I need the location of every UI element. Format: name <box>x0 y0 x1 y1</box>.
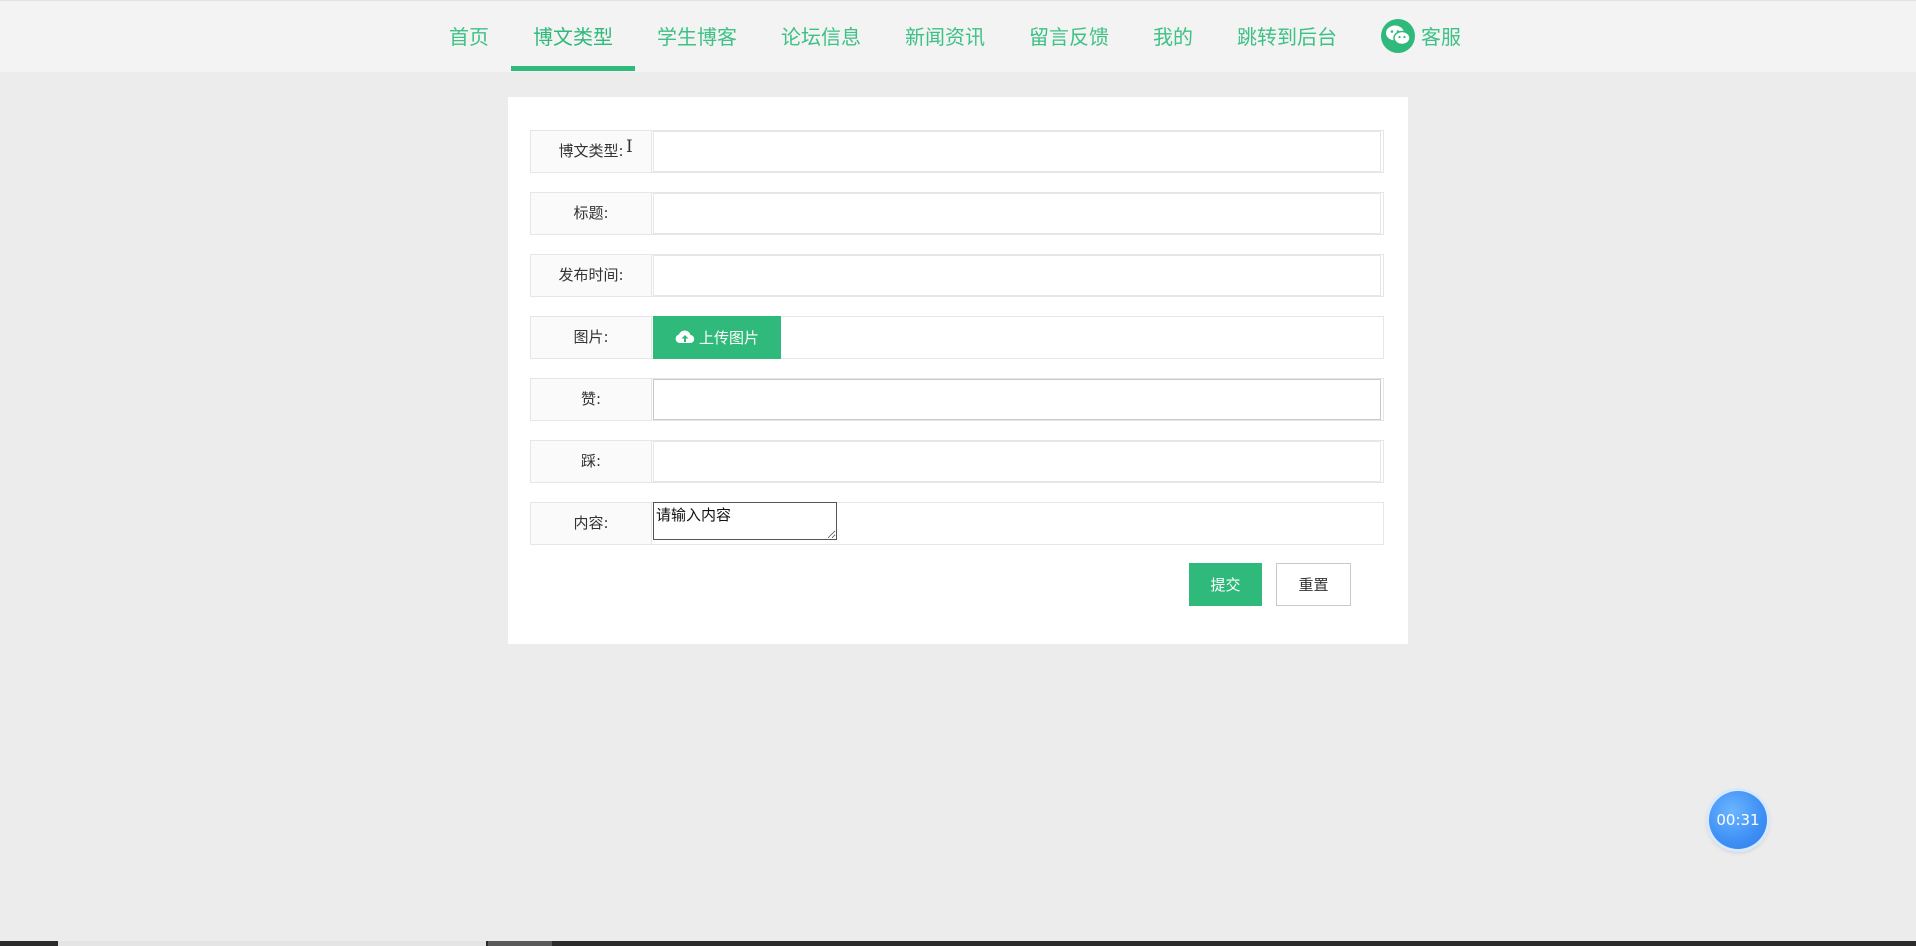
taskbar-strip <box>0 941 1916 946</box>
nav-item-mine[interactable]: 我的 <box>1131 1 1215 73</box>
nav-item-student-blog[interactable]: 学生博客 <box>635 1 759 73</box>
taskbar-segment <box>488 941 552 946</box>
nav-item-news[interactable]: 新闻资讯 <box>883 1 1007 73</box>
top-navigation-bar: 首页 博文类型 学生博客 论坛信息 新闻资讯 留言反馈 我的 跳转到后台 客服 <box>0 0 1916 72</box>
title-label: 标题: <box>531 193 652 234</box>
content-label: 内容: <box>531 503 652 544</box>
title-input[interactable] <box>653 193 1381 234</box>
form-row-title: 标题: <box>530 192 1384 235</box>
upload-image-label: 上传图片 <box>698 329 759 347</box>
form-row-likes: 赞: <box>530 378 1384 421</box>
content-textarea[interactable] <box>653 502 837 540</box>
nav-item-blog-type[interactable]: 博文类型 <box>511 1 635 73</box>
likes-label: 赞: <box>531 379 652 420</box>
text-cursor-icon: I <box>626 137 633 157</box>
likes-input[interactable] <box>653 379 1381 420</box>
publish-time-input[interactable] <box>653 255 1381 296</box>
dislikes-input[interactable] <box>653 441 1381 482</box>
nav-item-forum[interactable]: 论坛信息 <box>759 1 883 73</box>
nav-item-admin[interactable]: 跳转到后台 <box>1215 1 1359 73</box>
form-row-content: 内容: <box>530 502 1384 545</box>
form-row-image: 图片: 上传图片 <box>530 316 1384 359</box>
form-row-publish-time: 发布时间: <box>530 254 1384 297</box>
nav-item-home[interactable]: 首页 <box>427 1 511 73</box>
upload-image-button[interactable]: 上传图片 <box>653 316 781 359</box>
cloud-upload-icon <box>675 329 695 343</box>
wechat-icon <box>1381 18 1415 53</box>
form-row-dislikes: 踩: <box>530 440 1384 483</box>
image-label: 图片: <box>531 317 652 358</box>
reset-button[interactable]: 重置 <box>1276 563 1351 606</box>
submit-button[interactable]: 提交 <box>1189 563 1262 606</box>
type-label: 博文类型: <box>531 131 652 172</box>
dislikes-label: 踩: <box>531 441 652 482</box>
taskbar-segment <box>58 941 486 946</box>
nav-item-customer-service[interactable]: 客服 <box>1359 1 1483 73</box>
nav-item-feedback[interactable]: 留言反馈 <box>1007 1 1131 73</box>
timer-badge[interactable]: 00:31 <box>1709 791 1767 849</box>
nav-list: 首页 博文类型 学生博客 论坛信息 新闻资讯 留言反馈 我的 跳转到后台 客服 <box>427 1 1483 73</box>
form-row-type: 博文类型: <box>530 130 1384 173</box>
publish-time-label: 发布时间: <box>531 255 652 296</box>
customer-service-label: 客服 <box>1421 25 1461 49</box>
type-input[interactable] <box>653 131 1381 172</box>
blog-type-form-card: 博文类型: 标题: 发布时间: 图片: 上传图片 赞: 踩: 内容: 提交 重置 <box>508 97 1408 644</box>
